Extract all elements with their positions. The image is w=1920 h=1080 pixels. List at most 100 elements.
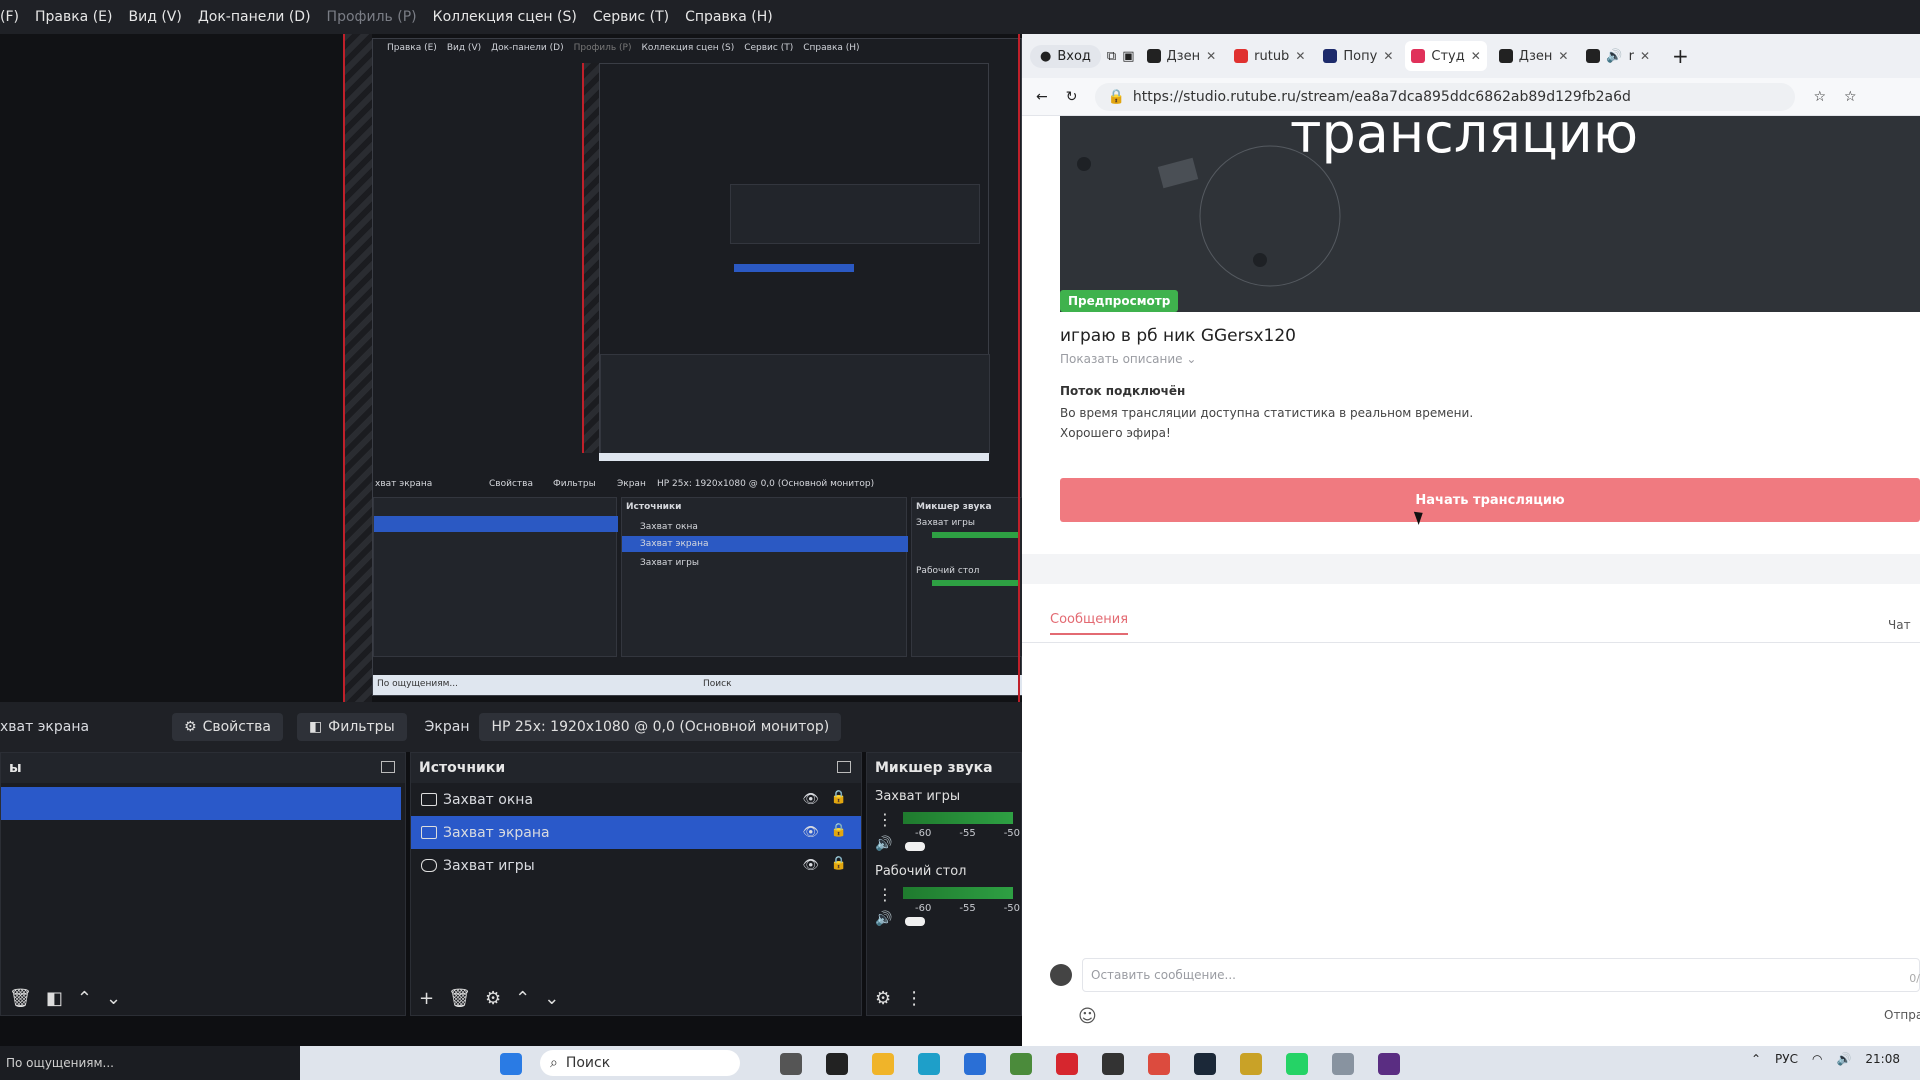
show-description-link[interactable]: Показать описание ⌄ xyxy=(1060,352,1196,366)
chevron-up-icon[interactable]: ⌃ xyxy=(1751,1052,1761,1066)
browser-tab[interactable]: Дзен ✕ xyxy=(1493,41,1575,71)
url-field[interactable]: 🔒 https://studio.rutube.ru/stream/ea8a7dc… xyxy=(1095,82,1796,111)
chrome-icon[interactable] xyxy=(1148,1053,1170,1075)
browser-tab[interactable]: rutub ✕ xyxy=(1228,41,1311,71)
speaker-icon[interactable]: 🔊 xyxy=(1836,1052,1851,1066)
obs-preview[interactable]: Правка (E) Вид (V) Док-панели (D) Профил… xyxy=(0,34,1022,702)
task-view-icon[interactable] xyxy=(780,1053,802,1075)
move-down-icon[interactable]: ⌄ xyxy=(106,988,121,1009)
nested-meter-1 xyxy=(932,532,1018,538)
properties-button[interactable]: ⚙ Свойства xyxy=(172,713,283,741)
game-icon[interactable] xyxy=(1240,1053,1262,1075)
scene-selected[interactable] xyxy=(1,787,401,820)
close-icon[interactable]: ✕ xyxy=(1295,49,1305,63)
lock-icon[interactable]: 🔒 xyxy=(831,823,847,838)
menu-tools[interactable]: Сервис (T) xyxy=(593,9,669,25)
browser-tab[interactable]: Дзен ✕ xyxy=(1141,41,1223,71)
reload-icon[interactable]: ↻ xyxy=(1066,89,1078,105)
opera-icon[interactable] xyxy=(1056,1053,1078,1075)
volume-meter: ⋮ -60 -55 -50 🔊 xyxy=(875,885,1021,927)
start-stream-button[interactable]: Начать трансляцию xyxy=(1060,478,1920,522)
lock-icon[interactable]: 🔒 xyxy=(831,790,847,805)
menu-docks[interactable]: Док-панели (D) xyxy=(198,9,311,25)
menu-view[interactable]: Вид (V) xyxy=(128,9,181,25)
close-icon[interactable]: ✕ xyxy=(1558,49,1568,63)
menu-edit[interactable]: Правка (E) xyxy=(35,9,113,25)
emoji-icon[interactable]: ☺ xyxy=(1078,1006,1097,1027)
undock-icon[interactable] xyxy=(381,761,395,773)
add-source-icon[interactable]: + xyxy=(419,988,434,1009)
volume-slider[interactable] xyxy=(905,917,925,926)
obs-context-bar: хват экрана ⚙ Свойства ◧ Фильтры Экран HP … xyxy=(0,702,1022,752)
tab-chat[interactable]: Чат xyxy=(1888,618,1911,632)
menu-profile[interactable]: Профиль (P) xyxy=(327,9,417,25)
move-up-icon[interactable]: ⌃ xyxy=(515,988,530,1009)
menu-file[interactable]: (F) xyxy=(0,9,19,25)
menu-scene-collection[interactable]: Коллекция сцен (S) xyxy=(433,9,577,25)
close-icon[interactable]: ✕ xyxy=(1640,49,1650,63)
taskbar-search[interactable]: ⌕ Поиск xyxy=(540,1050,740,1076)
monitor-icon xyxy=(421,826,437,839)
visibility-eye-icon[interactable]: 👁 xyxy=(802,792,819,807)
speaker-icon[interactable]: 🔊 xyxy=(875,836,892,852)
nested-taskbar: По ощущениям... Поиск xyxy=(373,675,1022,695)
move-up-icon[interactable]: ⌃ xyxy=(77,988,92,1009)
speaker-icon[interactable]: 🔊 xyxy=(875,911,892,927)
file-explorer-icon[interactable] xyxy=(872,1053,894,1075)
menu-help[interactable]: Справка (H) xyxy=(685,9,773,25)
visibility-eye-icon[interactable]: 👁 xyxy=(802,825,819,840)
source-item-selected[interactable]: Захват экрана 👁 🔒 xyxy=(411,816,861,849)
move-down-icon[interactable]: ⌄ xyxy=(544,988,559,1009)
language-indicator[interactable]: РУС xyxy=(1775,1052,1798,1066)
back-icon[interactable]: ← xyxy=(1036,89,1048,105)
close-icon[interactable]: ✕ xyxy=(1383,49,1393,63)
stream-status-heading: Поток подключён xyxy=(1060,384,1186,398)
whatsapp-icon[interactable] xyxy=(1286,1053,1308,1075)
new-tab-icon[interactable]: + xyxy=(1672,44,1689,68)
message-input[interactable]: Оставить сообщение... xyxy=(1082,958,1920,992)
remove-scene-icon[interactable]: 🗑 xyxy=(9,988,32,1009)
close-icon[interactable]: ✕ xyxy=(1206,49,1216,63)
tab-messages[interactable]: Сообщения xyxy=(1050,612,1129,635)
scene-filter-icon[interactable]: ◧ xyxy=(46,988,63,1009)
send-button[interactable]: Отпра xyxy=(1884,1008,1920,1022)
filters-button[interactable]: ◧ Фильтры xyxy=(296,713,407,741)
source-item[interactable]: Захват окна 👁 🔒 xyxy=(411,783,861,816)
steam-icon[interactable] xyxy=(1194,1053,1216,1075)
collections-icon[interactable]: ⧉ xyxy=(1107,49,1116,64)
app-icon[interactable] xyxy=(1332,1053,1354,1075)
app-icon[interactable] xyxy=(1102,1053,1124,1075)
store-icon[interactable] xyxy=(964,1053,986,1075)
close-icon[interactable]: ✕ xyxy=(1471,49,1481,63)
monitor-select[interactable]: HP 25x: 1920x1080 @ 0,0 (Основной монито… xyxy=(479,713,842,741)
kebab-menu-icon[interactable]: ⋮ xyxy=(905,988,923,1009)
remove-source-icon[interactable]: 🗑 xyxy=(448,988,471,1009)
edge-icon[interactable] xyxy=(918,1053,940,1075)
roblox-icon[interactable] xyxy=(1378,1053,1400,1075)
tab-actions-icon[interactable]: ▣ xyxy=(1122,49,1134,64)
mixer-dock-title: Микшер звука xyxy=(875,760,993,776)
chevron-down-icon: ⌄ xyxy=(1186,352,1197,366)
kebab-menu-icon[interactable]: ⋮ xyxy=(877,810,893,829)
gamepad-icon xyxy=(421,859,437,872)
source-item[interactable]: Захват игры 👁 🔒 xyxy=(411,849,861,882)
source-settings-icon[interactable]: ⚙ xyxy=(485,988,501,1009)
kebab-menu-icon[interactable]: ⋮ xyxy=(877,885,893,904)
windows-start-icon[interactable] xyxy=(500,1053,522,1075)
epic-games-icon[interactable] xyxy=(826,1053,848,1075)
browser-tab[interactable]: Попу ✕ xyxy=(1317,41,1399,71)
nested-2-panel xyxy=(730,184,980,244)
browser-tab[interactable]: 🔊 r ✕ xyxy=(1580,41,1656,71)
clock[interactable]: 21:08 xyxy=(1865,1052,1900,1066)
mixer-settings-icon[interactable]: ⚙ xyxy=(875,988,891,1009)
volume-slider[interactable] xyxy=(905,842,925,851)
minecraft-icon[interactable] xyxy=(1010,1053,1032,1075)
wifi-icon[interactable]: ◠ xyxy=(1812,1052,1822,1066)
lock-icon[interactable]: 🔒 xyxy=(831,856,847,871)
visibility-eye-icon[interactable]: 👁 xyxy=(802,858,819,873)
undock-icon[interactable] xyxy=(837,761,851,773)
browser-tab-active[interactable]: Студ ✕ xyxy=(1405,41,1487,71)
favorite-star-icon[interactable]: ☆ xyxy=(1813,89,1826,105)
favorites-icon[interactable]: ☆ xyxy=(1844,89,1857,105)
profile-button[interactable]: ● Вход xyxy=(1030,44,1101,68)
